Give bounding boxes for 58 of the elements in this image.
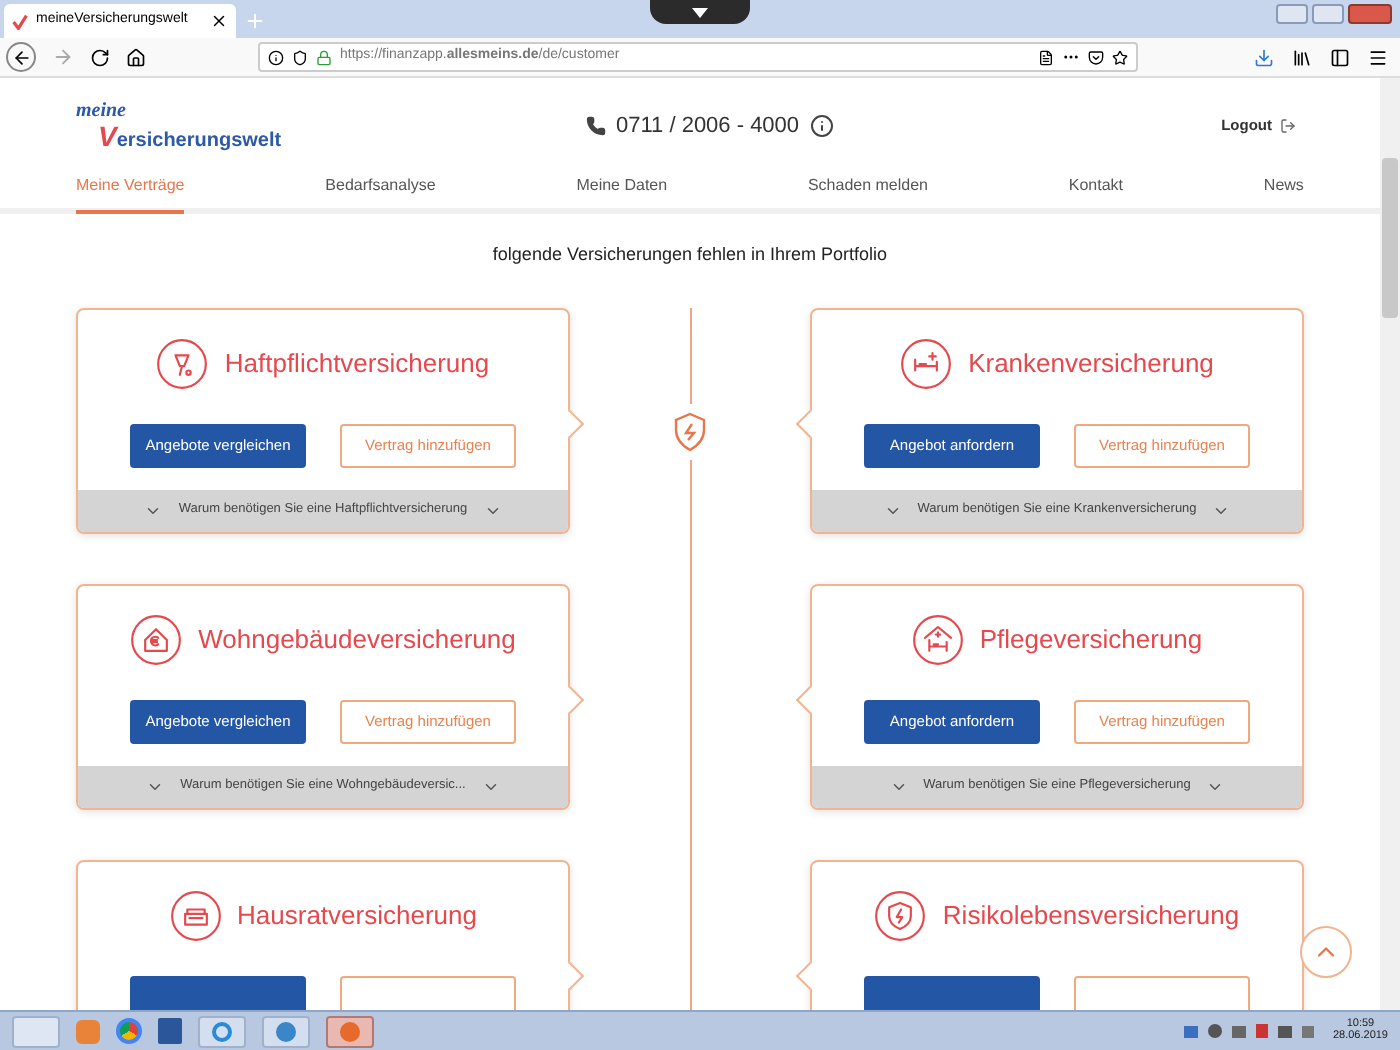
bed-icon (900, 337, 953, 389)
section-heading: folgende Versicherungen fehlen in Ihrem Portfolio (492, 242, 888, 268)
close-icon[interactable] (210, 12, 228, 30)
add-contract-button[interactable] (340, 975, 516, 1010)
ie-icon[interactable] (198, 1015, 246, 1047)
logout-icon[interactable] (1280, 118, 1296, 134)
card-title: Haftpflichtversicherung (224, 350, 490, 376)
sofa-icon (169, 889, 222, 941)
network-icon[interactable] (1278, 1025, 1293, 1037)
forward-icon[interactable] (52, 46, 74, 68)
scroll-to-top-button[interactable] (1300, 926, 1352, 978)
care-bed-icon (911, 613, 964, 665)
request-offer-button[interactable] (130, 975, 306, 1010)
shield-icon (292, 49, 308, 65)
reader-icon[interactable] (1038, 49, 1054, 65)
close-window-button[interactable] (1348, 4, 1392, 24)
maximize-button[interactable] (1312, 4, 1344, 24)
shield-bolt-icon (674, 411, 706, 451)
library-icon[interactable] (1292, 47, 1312, 67)
browser-round-icon[interactable] (116, 1018, 142, 1044)
dropdown-handle[interactable] (650, 0, 750, 24)
pocket-icon[interactable] (1088, 49, 1104, 65)
download-icon[interactable] (1254, 47, 1274, 67)
back-arrow-icon (11, 47, 31, 67)
nav-tab[interactable]: Schaden melden (807, 174, 928, 214)
star-icon[interactable] (1112, 49, 1128, 65)
card-title: Pflegeversicherung (979, 626, 1203, 652)
home-icon[interactable] (126, 47, 146, 67)
app-icon[interactable] (262, 1015, 310, 1047)
logo[interactable]: meine Versicherungswelt (76, 101, 336, 151)
card-title: Krankenversicherung (968, 350, 1214, 376)
minimize-button[interactable] (1276, 4, 1308, 24)
checkmark-logo-icon (12, 13, 28, 29)
scrollbar[interactable] (1380, 78, 1400, 1010)
reload-icon[interactable] (90, 47, 110, 67)
speaker-icon[interactable] (1302, 1025, 1315, 1037)
info-icon[interactable] (809, 114, 834, 138)
phone-number: 0711 / 2006 - 4000 (616, 111, 800, 142)
menu-icon[interactable] (1368, 47, 1388, 67)
info-icon (268, 49, 284, 65)
card-title: Risikolebensversicherung (942, 902, 1240, 928)
nav-tab[interactable]: News (1263, 174, 1304, 214)
phone-icon (586, 116, 606, 136)
nav-tab[interactable]: Bedarfsanalyse (325, 174, 436, 214)
add-contract-button[interactable] (1074, 975, 1250, 1010)
card-title: Hausratversicherung (237, 902, 477, 928)
card-title: Wohngebäudeversicherung (198, 626, 516, 652)
back-button[interactable] (6, 42, 36, 72)
nav-tab[interactable]: Meine Daten (576, 174, 668, 214)
sidebar-icon[interactable] (1330, 47, 1350, 67)
request-offer-button[interactable] (864, 975, 1040, 1010)
nav-tab[interactable]: Kontakt (1068, 174, 1124, 214)
glass-icon (156, 337, 209, 389)
lock-icon (316, 49, 332, 65)
shield-icon (874, 889, 927, 941)
house-icon (130, 613, 183, 665)
firefox-icon[interactable] (326, 1015, 374, 1047)
caret-icon (692, 7, 708, 17)
